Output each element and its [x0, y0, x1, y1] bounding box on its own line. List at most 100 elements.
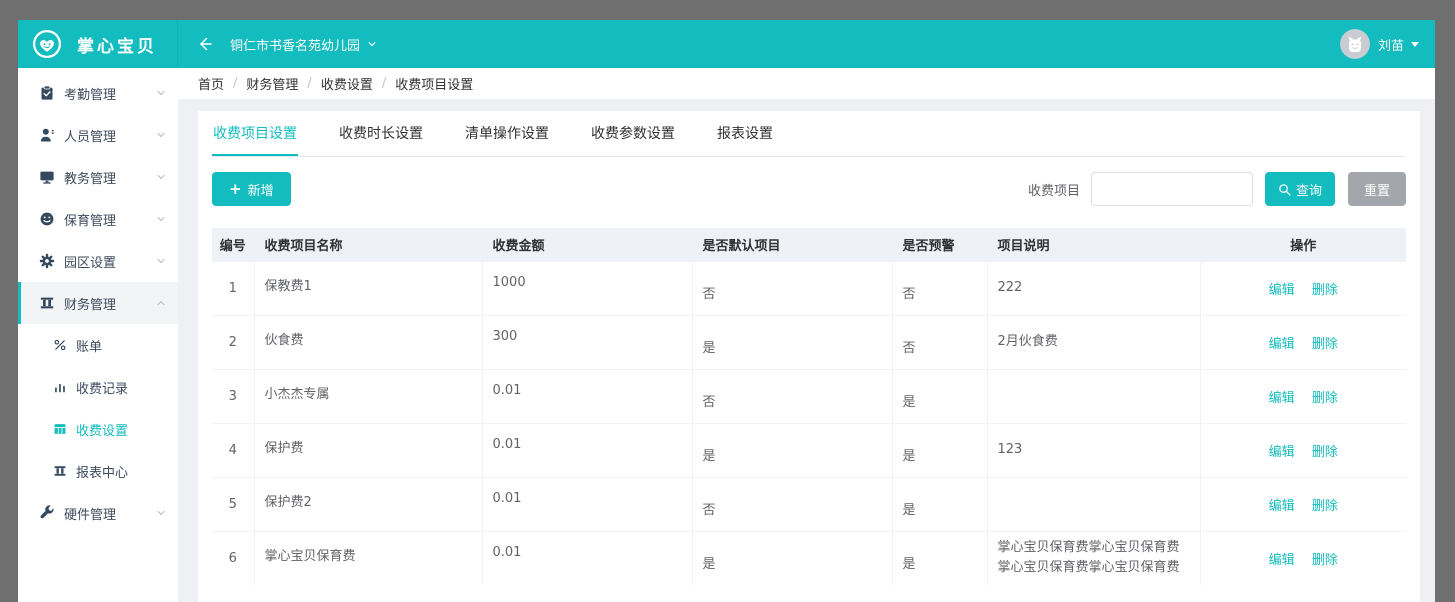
user-name: 刘苗 [1378, 35, 1404, 54]
breadcrumb-charge-item-settings: 收费项目设置 [395, 74, 473, 93]
person-icon [39, 127, 55, 143]
delete-link[interactable]: 删除 [1312, 499, 1338, 514]
tab-charge-item-settings[interactable]: 收费项目设置 [212, 111, 298, 156]
breadcrumb-separator: / [233, 76, 237, 91]
is-warning-value: 是 [892, 423, 987, 477]
fee-amount: 0.01 [482, 477, 692, 531]
sidebar-item-label: 账单 [76, 336, 166, 355]
bar-chart-icon [53, 380, 67, 394]
sidebar-item-report-center[interactable]: 报表中心 [18, 450, 178, 492]
tab-bar: 收费项目设置 收费时长设置 清单操作设置 收费参数设置 报表设置 [212, 111, 1406, 157]
col-header-number: 编号 [212, 228, 254, 261]
table-header-row: 编号 收费项目名称 收费金额 是否默认项目 是否预警 项目说明 操作 [212, 228, 1406, 261]
fee-item-name: 保教费1 [254, 261, 482, 315]
breadcrumb-separator: / [307, 76, 311, 91]
fee-amount: 0.01 [482, 369, 692, 423]
col-header-default: 是否默认项目 [692, 228, 892, 261]
sidebar-item-label: 人员管理 [64, 126, 156, 145]
tab-report-settings[interactable]: 报表设置 [716, 111, 774, 156]
tab-charge-parameter-settings[interactable]: 收费参数设置 [590, 111, 676, 156]
is-default-value: 否 [692, 477, 892, 531]
delete-link[interactable]: 删除 [1312, 391, 1338, 406]
user-menu[interactable]: 刘苗 [1340, 29, 1419, 59]
app-window: 掌心宝贝 铜仁市书香名苑幼儿园 [18, 20, 1435, 602]
sidebar-item-childcare[interactable]: 保育管理 [18, 198, 178, 240]
item-description [987, 477, 1200, 531]
add-button-label: 新增 [248, 180, 274, 199]
sidebar-item-label: 考勤管理 [64, 84, 156, 103]
col-header-actions: 操作 [1200, 228, 1406, 261]
breadcrumb-charge-settings[interactable]: 收费设置 [321, 74, 373, 93]
edit-link[interactable]: 编辑 [1269, 553, 1295, 568]
reset-button[interactable]: 重置 [1348, 172, 1406, 206]
sidebar-item-bills[interactable]: 账单 [18, 324, 178, 366]
item-description: 222 [987, 261, 1200, 315]
fee-item-name: 保护费2 [254, 477, 482, 531]
fee-items-table: 编号 收费项目名称 收费金额 是否默认项目 是否预警 项目说明 操作 [212, 228, 1406, 585]
query-button-label: 查询 [1296, 180, 1322, 199]
edit-link[interactable]: 编辑 [1269, 499, 1295, 514]
wrench-icon [39, 505, 55, 521]
heart-logo-icon [32, 29, 62, 59]
is-default-value: 否 [692, 261, 892, 315]
chevron-down-icon [156, 130, 166, 140]
search-input[interactable] [1091, 172, 1253, 206]
edit-link[interactable]: 编辑 [1269, 337, 1295, 352]
delete-link[interactable]: 删除 [1312, 445, 1338, 460]
fee-amount: 300 [482, 315, 692, 369]
chevron-down-icon [156, 214, 166, 224]
item-description: 2月伙食费 [987, 315, 1200, 369]
table-row: 3 小杰杰专属 0.01 否 是 编辑 删除 [212, 369, 1406, 423]
table-row: 5 保护费2 0.01 否 是 编辑 删除 [212, 477, 1406, 531]
sidebar-item-label: 财务管理 [64, 294, 156, 313]
chevron-down-icon [367, 39, 377, 49]
query-button[interactable]: 查询 [1265, 172, 1335, 206]
row-number: 6 [212, 531, 254, 585]
sidebar-item-label: 保育管理 [64, 210, 156, 229]
row-number: 4 [212, 423, 254, 477]
is-default-value: 是 [692, 315, 892, 369]
is-warning-value: 是 [892, 369, 987, 423]
sidebar-item-label: 收费设置 [76, 420, 166, 439]
edit-link[interactable]: 编辑 [1269, 445, 1295, 460]
row-number: 3 [212, 369, 254, 423]
edit-link[interactable]: 编辑 [1269, 283, 1295, 298]
school-selector[interactable]: 铜仁市书香名苑幼儿园 [230, 35, 377, 54]
sidebar-item-label: 园区设置 [64, 252, 156, 271]
back-arrow-icon[interactable] [196, 35, 214, 53]
col-header-name: 收费项目名称 [254, 228, 482, 261]
monitor-icon [39, 169, 55, 185]
row-number: 1 [212, 261, 254, 315]
fee-amount: 1000 [482, 261, 692, 315]
sidebar-item-campus-settings[interactable]: 园区设置 [18, 240, 178, 282]
delete-link[interactable]: 删除 [1312, 283, 1338, 298]
col-header-description: 项目说明 [987, 228, 1200, 261]
sidebar-item-label: 报表中心 [76, 462, 166, 481]
toolbar: + 新增 收费项目 查询 重置 [212, 172, 1406, 206]
sidebar-item-finance[interactable]: 财务管理 [18, 282, 178, 324]
table-row: 4 保护费 0.01 是 是 123 编辑 删除 [212, 423, 1406, 477]
gear-icon [39, 253, 55, 269]
sidebar: 考勤管理 人员管理 教务管理 保育 [18, 68, 178, 602]
edit-link[interactable]: 编辑 [1269, 391, 1295, 406]
sidebar-item-hardware[interactable]: 硬件管理 [18, 492, 178, 534]
sidebar-item-academic[interactable]: 教务管理 [18, 156, 178, 198]
is-warning-value: 否 [892, 315, 987, 369]
bank-icon [53, 464, 67, 478]
tab-list-operation-settings[interactable]: 清单操作设置 [464, 111, 550, 156]
breadcrumb-finance[interactable]: 财务管理 [246, 74, 298, 93]
tab-charge-duration-settings[interactable]: 收费时长设置 [338, 111, 424, 156]
delete-link[interactable]: 删除 [1312, 553, 1338, 568]
top-bar: 掌心宝贝 铜仁市书香名苑幼儿园 [18, 20, 1435, 68]
sidebar-item-attendance[interactable]: 考勤管理 [18, 72, 178, 114]
delete-link[interactable]: 删除 [1312, 337, 1338, 352]
search-field-label: 收费项目 [1028, 180, 1080, 199]
sidebar-item-charge-records[interactable]: 收费记录 [18, 366, 178, 408]
is-default-value: 是 [692, 531, 892, 585]
table-row: 1 保教费1 1000 否 否 222 编辑 删除 [212, 261, 1406, 315]
breadcrumb-home[interactable]: 首页 [198, 74, 224, 93]
sidebar-item-charge-settings[interactable]: 收费设置 [18, 408, 178, 450]
sidebar-item-personnel[interactable]: 人员管理 [18, 114, 178, 156]
add-button[interactable]: + 新增 [212, 172, 291, 206]
sidebar-item-label: 硬件管理 [64, 504, 156, 523]
